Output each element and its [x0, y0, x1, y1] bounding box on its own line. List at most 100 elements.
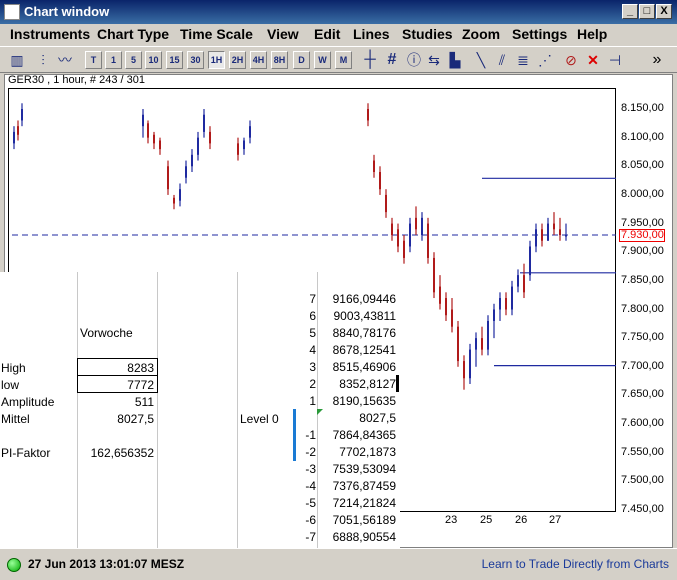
timescale-5m-button[interactable]: 5	[125, 51, 142, 69]
delete-line-icon[interactable]: ⊘	[562, 51, 580, 69]
stat-value-amplitude: 511	[134, 395, 154, 409]
stat-value-high[interactable]: 8283	[80, 361, 154, 375]
current-price-tag: 7.930,00	[619, 229, 665, 242]
level-value: 7376,87459	[332, 479, 396, 493]
timescale-30m-button[interactable]: 30	[187, 51, 204, 69]
candle-body	[511, 286, 513, 310]
pi-factor-label: PI-Faktor	[1, 446, 51, 460]
timescale-1m-button[interactable]: 1	[105, 51, 122, 69]
candle-body	[565, 235, 567, 237]
menu-view[interactable]: View	[267, 26, 299, 42]
level-index: -3	[305, 462, 316, 476]
candle-body	[445, 298, 447, 316]
candlestick-chart-icon[interactable]: ▥	[8, 51, 26, 69]
candle-body	[469, 349, 471, 379]
y-tick-label: 7.600,00	[621, 417, 664, 429]
menu-edit[interactable]: Edit	[314, 26, 340, 42]
y-tick-label: 7.850,00	[621, 274, 664, 286]
grid-icon[interactable]: #	[383, 51, 401, 69]
minimize-button[interactable]: _	[622, 4, 638, 19]
timescale-8h-button[interactable]: 8H	[271, 51, 288, 69]
level0-label: Level 0	[240, 412, 279, 426]
candle-body	[173, 197, 175, 204]
channel-icon[interactable]: ⫽	[493, 51, 511, 69]
level-index: 3	[309, 360, 316, 374]
menu-bar: Instruments Chart Type Time Scale View E…	[0, 24, 677, 46]
candle-body	[191, 154, 193, 167]
line-chart-icon[interactable]: 〰	[56, 51, 74, 69]
window-title: Chart window	[24, 4, 110, 19]
level-value: 7539,53094	[332, 462, 396, 476]
gann-icon[interactable]: ⋰	[536, 51, 554, 69]
volume-icon[interactable]: ▙	[446, 51, 464, 69]
pin-icon[interactable]: ⊣	[606, 51, 624, 69]
delete-all-icon[interactable]: ✕	[584, 51, 602, 69]
compare-icon[interactable]: ⇆	[425, 51, 443, 69]
crosshair-icon[interactable]: ┼	[361, 51, 379, 69]
level-index: -5	[305, 496, 316, 510]
candle-body	[367, 109, 369, 121]
level-value: 8352,8127	[339, 377, 396, 391]
candle-body	[559, 229, 561, 236]
sheet-header-vorwoche: Vorwoche	[80, 326, 133, 340]
level-index: -6	[305, 513, 316, 527]
candle-body	[243, 140, 245, 150]
y-tick-label: 7.800,00	[621, 303, 664, 315]
stat-value-low[interactable]: 7772	[80, 378, 154, 392]
timescale-4h-button[interactable]: 4H	[250, 51, 267, 69]
close-button[interactable]: X	[656, 4, 672, 19]
timescale-15m-button[interactable]: 15	[166, 51, 183, 69]
learn-to-trade-link[interactable]: Learn to Trade Directly from Charts	[482, 557, 669, 571]
timescale-month-button[interactable]: M	[335, 51, 352, 69]
y-tick-label: 8.150,00	[621, 102, 664, 114]
trendline-icon[interactable]: ╲	[472, 51, 490, 69]
candle-body	[535, 229, 537, 247]
level-index: 7	[309, 292, 316, 306]
menu-studies[interactable]: Studies	[402, 26, 453, 42]
bar-chart-icon[interactable]: ⫶	[34, 51, 52, 69]
y-tick-label: 7.500,00	[621, 474, 664, 486]
maximize-button[interactable]: □	[639, 4, 655, 19]
level-value: 6888,90554	[332, 530, 396, 544]
timescale-day-button[interactable]: D	[293, 51, 310, 69]
menu-help[interactable]: Help	[577, 26, 607, 42]
candle-body	[523, 275, 525, 293]
timescale-tick-button[interactable]: T	[85, 51, 102, 69]
y-tick-label: 7.750,00	[621, 331, 664, 343]
stat-label-high: High	[1, 361, 26, 375]
candle-body	[209, 131, 211, 144]
menu-lines[interactable]: Lines	[353, 26, 390, 42]
fibonacci-icon[interactable]: ≣	[514, 51, 532, 69]
info-icon[interactable]: ⓘ	[405, 51, 423, 69]
stat-label-mittel: Mittel	[1, 412, 30, 426]
candle-body	[13, 131, 15, 144]
menu-zoom[interactable]: Zoom	[462, 26, 500, 42]
status-bar: 27 Jun 2013 13:01:07 MESZ Learn to Trade…	[0, 548, 677, 580]
status-datetime: 27 Jun 2013 13:01:07 MESZ	[28, 557, 185, 571]
timescale-10m-button[interactable]: 10	[145, 51, 162, 69]
app-icon	[4, 4, 20, 20]
candle-body	[167, 166, 169, 190]
candle-body	[373, 160, 375, 173]
menu-time-scale[interactable]: Time Scale	[180, 26, 253, 42]
candle-body	[439, 286, 441, 304]
y-tick-label: 8.100,00	[621, 131, 664, 143]
y-axis: 8.150,00 8.100,00 8.050,00 8.000,00 7.95…	[616, 88, 671, 515]
menu-chart-type[interactable]: Chart Type	[97, 26, 169, 42]
level-index: -4	[305, 479, 316, 493]
level-value: 8190,15635	[332, 394, 396, 408]
menu-instruments[interactable]: Instruments	[10, 26, 90, 42]
candle-body	[159, 140, 161, 150]
candle-body	[249, 126, 251, 138]
more-button[interactable]: »	[648, 51, 666, 69]
pi-factor-value[interactable]: 162,656352	[80, 446, 154, 460]
stat-label-low: low	[1, 378, 20, 392]
timescale-week-button[interactable]: W	[314, 51, 331, 69]
candle-body	[487, 320, 489, 350]
menu-settings[interactable]: Settings	[512, 26, 567, 42]
x-tick-label: 27	[549, 514, 562, 526]
timescale-2h-button[interactable]: 2H	[229, 51, 246, 69]
y-tick-label: 8.000,00	[621, 188, 664, 200]
spreadsheet-overlay[interactable]: Vorwoche High 8283 low 7772 Amplitude 51…	[0, 272, 400, 548]
timescale-1h-button[interactable]: 1H	[208, 51, 225, 69]
